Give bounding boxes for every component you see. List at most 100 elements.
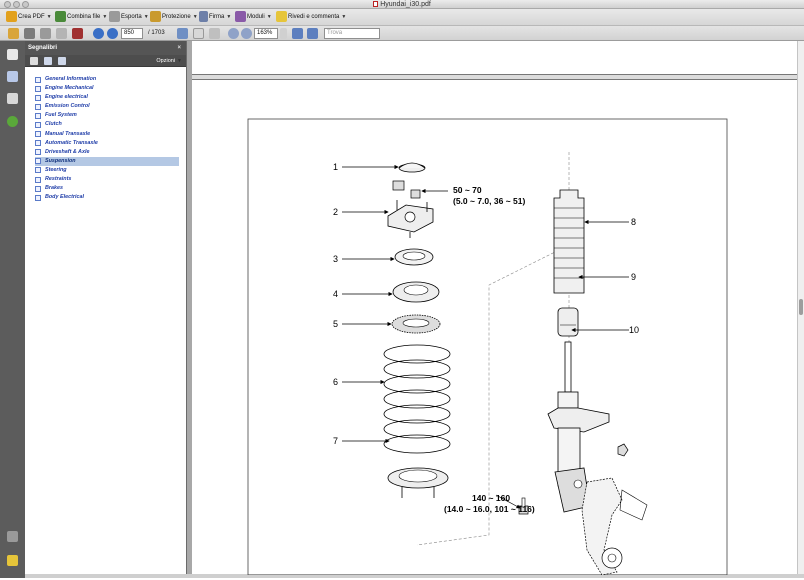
signatures-icon[interactable] [7,93,18,104]
part-spring-seat [392,281,440,303]
callout-9: 9 [631,272,636,282]
part-dust-boot [553,189,585,294]
task-toolbar: Crea PDF ▼ Combina file ▼ Esporta ▼ Protezi… [0,9,804,26]
bookmarks-icon[interactable] [7,71,18,82]
bookmark-icon [35,76,41,83]
bookmark-emission-control[interactable]: Emission Control [35,102,179,111]
bookmark-automatic-transaxle[interactable]: Automatic Transaxle [35,139,179,148]
part-lock-nut [392,180,421,199]
bookmark-icon [35,85,41,92]
protect-button[interactable]: Protezione ▼ [150,11,198,24]
new-bookmark-icon[interactable] [44,57,52,65]
export-icon [109,11,120,22]
suspension-diagram: 1 2 3 4 5 6 7 8 9 10 50 ~ 70 (5.0 ~ 7.0,… [247,118,728,576]
part-coil-spring [383,344,451,454]
forms-button[interactable]: Moduli ▼ [235,11,272,24]
zoom-out-icon[interactable] [228,28,239,39]
email-icon[interactable] [56,28,67,39]
vertical-scrollbar[interactable] [797,41,804,574]
attachment-icon[interactable] [7,531,18,542]
acrobat-window: Hyundai_i30.pdf Crea PDF ▼ Combina file ▼ … [0,0,804,578]
callout-2: 2 [333,207,338,217]
bookmark-restraints[interactable]: Restraints [35,175,179,184]
previous-page-icon[interactable] [93,28,104,39]
zoom-tool-icon[interactable] [209,28,220,39]
combine-files-icon [55,11,66,22]
save-icon[interactable] [40,28,51,39]
select-tool-icon[interactable] [177,28,188,39]
bookmark-steering[interactable]: Steering [35,166,179,175]
combine-files-button[interactable]: Combina file ▼ [55,11,107,24]
security-icon[interactable] [7,116,18,127]
part-lower-spring-pad [387,467,449,498]
bookmark-icon [35,121,41,128]
expand-bookmark-icon[interactable] [58,57,66,65]
chevron-down-icon: ▼ [341,14,347,21]
search-input[interactable]: Trova [324,28,380,39]
delete-bookmark-icon[interactable] [30,57,38,65]
alignment-line [416,152,570,546]
current-page: 1 2 3 4 5 6 7 8 9 10 50 ~ 70 (5.0 ~ 7.0,… [192,79,797,576]
bookmark-list: General Information Engine Mechanical En… [25,67,186,202]
part-steering-knuckle [581,477,648,576]
torque-spec-bottom-line1: 140 ~ 160 [472,493,510,503]
fit-width-icon[interactable] [307,28,318,39]
bookmark-engine-mechanical[interactable]: Engine Mechanical [35,84,179,93]
print-icon[interactable] [24,28,35,39]
bookmarks-panel: Segnalibri × Opzioni ▼ General Informatio… [25,41,187,574]
page-number-field[interactable]: 850 [121,28,143,39]
document-area[interactable]: 1 2 3 4 5 6 7 8 9 10 50 ~ 70 (5.0 ~ 7.0,… [192,41,797,576]
torque-spec-top-line1: 50 ~ 70 [453,185,482,195]
torque-spec-bottom-line2: (14.0 ~ 16.0, 101 ~ 116) [444,504,535,514]
zoom-level-field[interactable]: 163% [254,28,278,39]
open-folder-icon[interactable] [8,28,19,39]
chevron-down-icon: ▼ [177,58,182,64]
bookmark-icon [35,112,41,119]
chevron-down-icon: ▼ [226,14,232,21]
bookmark-body-electrical[interactable]: Body Electrical [35,193,179,202]
car-icon[interactable] [72,28,83,39]
callout-3: 3 [333,254,338,264]
bookmark-icon [35,167,41,174]
sign-button[interactable]: Firma ▼ [199,11,231,24]
bookmark-suspension[interactable]: Suspension [35,156,179,166]
scrollbar-thumb[interactable] [799,299,803,315]
options-menu[interactable]: Opzioni ▼ [156,55,182,67]
total-pages-label: / 1703 [148,30,165,36]
part-bump-stopper [557,307,579,337]
callout-1: 1 [333,162,338,172]
bookmark-general-information[interactable]: General Information [35,75,179,84]
bookmark-clutch[interactable]: Clutch [35,120,179,129]
bookmark-engine-electrical[interactable]: Engine electrical [35,93,179,102]
comments-icon[interactable] [7,555,18,566]
review-comment-button[interactable]: Rivedi e commenta ▼ [276,11,346,24]
leader-lines [342,164,629,509]
bookmark-manual-transaxle[interactable]: Manual Transaxle [35,130,179,139]
bookmark-icon [35,94,41,101]
part-dust-cap [398,162,426,173]
hand-tool-icon[interactable] [193,28,204,39]
window-title: Hyundai_i30.pdf [0,0,804,9]
fit-page-icon[interactable] [292,28,303,39]
bookmark-fuel-system[interactable]: Fuel System [35,111,179,120]
bookmark-brakes[interactable]: Brakes [35,184,179,193]
bookmark-icon [35,140,41,147]
close-icon[interactable]: × [177,41,181,55]
bookmark-icon [35,194,41,201]
create-pdf-button[interactable]: Crea PDF ▼ [6,11,52,24]
callout-5: 5 [333,319,338,329]
torque-spec-top-line2: (5.0 ~ 7.0, 36 ~ 51) [453,196,525,206]
export-button[interactable]: Esporta ▼ [109,11,149,24]
navigation-rail [0,41,25,578]
bookmark-icon [35,149,41,156]
zoom-in-icon[interactable] [241,28,252,39]
pdf-file-icon [373,1,379,7]
bookmark-driveshaft-axle[interactable]: Driveshaft & Axle [35,148,179,157]
part-bearing [394,248,434,266]
chevron-down-icon: ▼ [143,14,149,21]
page-thumbnails-icon[interactable] [7,49,18,60]
comment-icon [276,11,287,22]
zoom-dropdown-icon[interactable] [280,28,287,39]
create-pdf-icon [6,11,17,22]
next-page-icon[interactable] [107,28,118,39]
